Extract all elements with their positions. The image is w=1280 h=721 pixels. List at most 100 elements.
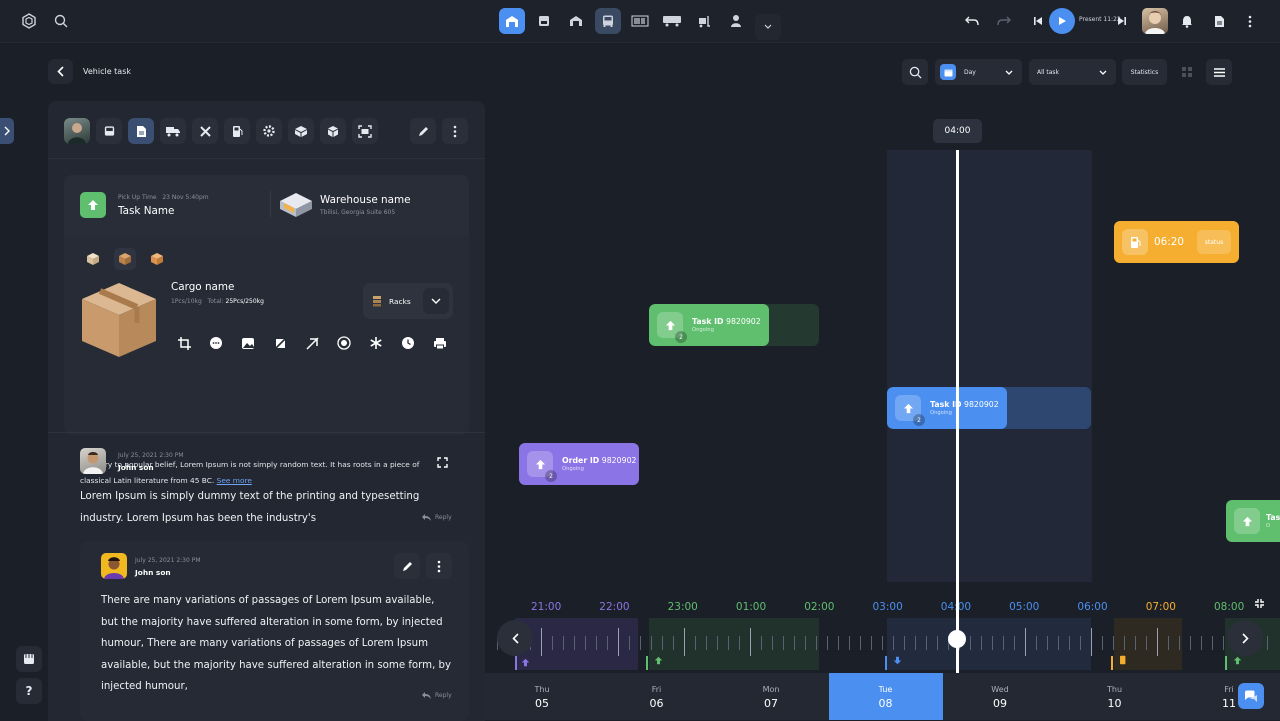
chat-bubble-icon[interactable] — [1238, 683, 1264, 709]
cargo-thumbnail-1[interactable] — [82, 248, 104, 270]
snowflake-icon[interactable] — [364, 331, 388, 355]
task-bar[interactable]: 2 Task ID 9820902 Ongoing — [887, 387, 1091, 429]
forklift-icon[interactable] — [691, 8, 717, 34]
day-name: Mon — [762, 685, 780, 694]
undo-icon[interactable] — [959, 8, 985, 34]
document-tool-icon[interactable] — [128, 118, 154, 144]
task-bar[interactable]: 2 Task ID 9820902 Ongoing — [649, 304, 819, 346]
fragile-icon[interactable] — [300, 331, 324, 355]
list-view-icon[interactable] — [1206, 59, 1232, 85]
more-vertical-icon[interactable] — [1237, 8, 1263, 34]
skip-forward-icon[interactable] — [1109, 8, 1135, 34]
crop-icon[interactable] — [172, 331, 196, 355]
fuel-icon — [1122, 229, 1148, 255]
redo-icon[interactable] — [991, 8, 1017, 34]
timeline-ruler[interactable] — [485, 618, 1280, 672]
comment-author: John son — [118, 463, 154, 472]
timeline-next-button[interactable] — [1227, 620, 1263, 656]
no-stack-icon[interactable] — [268, 331, 292, 355]
day-strip: Thu 05 Fri 06 Mon 07 Tue 08 Wed 09 Thu 10 Fri 11 — [485, 673, 1280, 720]
task-card[interactable]: 2 Task ID 9820902 Ongoing — [649, 304, 769, 346]
store-shortcut-icon[interactable] — [16, 646, 42, 672]
help-icon[interactable]: ? — [16, 678, 42, 704]
more-options-icon[interactable] — [442, 118, 468, 144]
scan-icon[interactable] — [352, 118, 378, 144]
user-icon[interactable] — [723, 8, 749, 34]
chevron-down-icon[interactable] — [755, 14, 781, 40]
play-button[interactable] — [1049, 8, 1075, 34]
tools-icon[interactable] — [192, 118, 218, 144]
search-icon[interactable] — [48, 8, 74, 34]
store-icon[interactable] — [531, 8, 557, 34]
see-more-link[interactable]: See more — [217, 476, 252, 485]
back-button[interactable] — [48, 59, 73, 84]
ruler-tick — [783, 636, 784, 650]
racks-dropdown[interactable]: Racks — [363, 283, 453, 319]
ruler-tick — [1179, 636, 1180, 650]
day-mon-07[interactable]: Mon 07 — [714, 673, 828, 720]
collapse-icon[interactable] — [1251, 595, 1267, 611]
bell-icon[interactable] — [1174, 8, 1200, 34]
cargo-thumbnail-3[interactable] — [146, 248, 168, 270]
target-icon[interactable] — [332, 331, 356, 355]
delivery-tool-icon[interactable] — [160, 118, 186, 144]
skip-back-icon[interactable] — [1025, 8, 1051, 34]
statistics-button[interactable]: Statistics — [1122, 59, 1167, 85]
reply-more-icon[interactable] — [426, 553, 452, 579]
barcode-icon[interactable] — [627, 8, 653, 34]
ruler-tick — [915, 636, 916, 650]
timeline-search-icon[interactable] — [902, 59, 928, 85]
ruler-tick — [706, 636, 707, 650]
timeline-scrubber-handle[interactable] — [948, 630, 966, 648]
package-icon[interactable] — [320, 118, 346, 144]
user-avatar[interactable] — [1142, 8, 1168, 34]
garage-icon[interactable] — [563, 8, 589, 34]
day-thu-05[interactable]: Thu 05 — [485, 673, 599, 720]
reply-button[interactable]: Reply — [422, 514, 452, 521]
edit-icon[interactable] — [410, 118, 436, 144]
truck-icon[interactable] — [659, 8, 685, 34]
task-marker — [885, 656, 887, 670]
task-card-partial[interactable]: Tas O — [1226, 500, 1280, 542]
vehicle-icon[interactable] — [595, 8, 621, 34]
edit-reply-icon[interactable] — [394, 553, 420, 579]
chevron-down-icon[interactable] — [423, 288, 449, 314]
cargo-thumbnail-2[interactable] — [114, 248, 136, 270]
warehouse-icon[interactable] — [499, 8, 525, 34]
commenter-avatar — [80, 448, 106, 474]
expand-icon[interactable] — [430, 450, 454, 474]
day-select[interactable]: Day — [935, 59, 1022, 85]
day-tue-08[interactable]: Tue 08 — [828, 673, 943, 720]
vehicle-tool-icon[interactable] — [96, 118, 122, 144]
status-card[interactable]: 06:20 status — [1114, 221, 1239, 263]
current-time-column — [887, 150, 1092, 582]
chat-icon[interactable] — [204, 331, 228, 355]
clock-icon[interactable] — [396, 331, 420, 355]
driver-avatar[interactable] — [64, 118, 90, 144]
pickup-time: 23 Nov 5:40pm — [162, 194, 209, 201]
order-card[interactable]: 2 Order ID 9820902 Ongoing — [519, 443, 639, 485]
reply-button[interactable]: Reply — [422, 692, 452, 699]
grid-view-icon[interactable] — [1174, 59, 1200, 85]
upload-arrow-icon: 2 — [895, 395, 925, 426]
ruler-tick — [827, 636, 828, 650]
day-fri-06[interactable]: Fri 06 — [600, 673, 714, 720]
timeline-prev-button[interactable] — [497, 620, 533, 656]
task-card[interactable]: 2 Task ID 9820902 Ongoing — [887, 387, 1007, 429]
expand-sidebar-button[interactable] — [0, 118, 14, 144]
day-number: 10 — [1107, 697, 1122, 710]
task-status: O — [1266, 523, 1271, 529]
print-icon[interactable] — [428, 331, 452, 355]
day-wed-09[interactable]: Wed 09 — [943, 673, 1057, 720]
image-icon[interactable] — [236, 331, 260, 355]
boxes-icon[interactable] — [288, 118, 314, 144]
task-filter-select[interactable]: All task — [1029, 59, 1116, 85]
day-thu-10[interactable]: Thu 10 — [1058, 673, 1172, 720]
ruler-tick — [761, 636, 762, 650]
ruler-tick — [552, 636, 553, 650]
fuel-icon[interactable] — [224, 118, 250, 144]
logo-icon[interactable] — [16, 8, 42, 34]
document-icon[interactable] — [1206, 8, 1232, 34]
service-icon[interactable] — [256, 118, 282, 144]
hour-label: 02:00 — [804, 601, 835, 613]
